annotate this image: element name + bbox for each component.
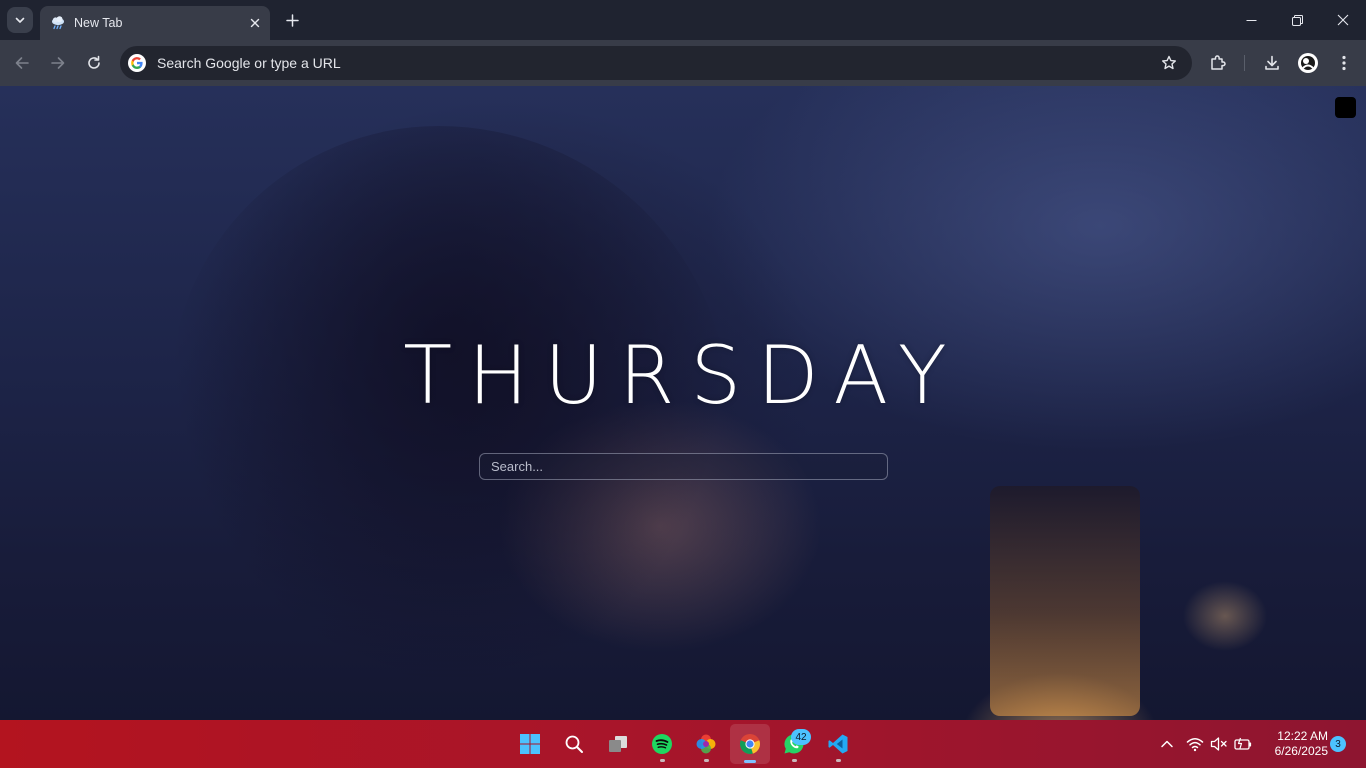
taskbar-app-vscode[interactable] <box>826 732 850 756</box>
chevron-down-icon <box>15 17 25 23</box>
corner-widget[interactable] <box>1335 97 1356 118</box>
clock-time: 12:22 AM <box>1277 729 1328 743</box>
running-indicator <box>836 759 841 762</box>
download-icon <box>1265 55 1279 70</box>
close-tab-icon[interactable] <box>246 14 264 32</box>
google-icon <box>128 54 146 72</box>
extensions-button[interactable] <box>1204 49 1232 77</box>
address-bar-placeholder: Search Google or type a URL <box>157 55 341 71</box>
reload-button[interactable] <box>80 49 108 77</box>
tab-new-tab[interactable]: New Tab <box>40 6 270 40</box>
spotify-icon <box>652 734 672 754</box>
back-button[interactable] <box>8 49 36 77</box>
toolbar-divider <box>1244 55 1245 71</box>
wifi-icon <box>1186 738 1204 752</box>
new-tab-button[interactable] <box>282 10 302 30</box>
tab-strip: New Tab <box>0 0 1366 40</box>
menu-icon <box>1342 55 1346 71</box>
taskbar-app-spotify[interactable] <box>650 732 674 756</box>
taskbar-app-chrome[interactable] <box>738 732 762 756</box>
tab-search-button[interactable] <box>7 7 33 33</box>
close-window-button[interactable] <box>1320 0 1366 40</box>
search-input[interactable] <box>479 453 888 480</box>
search-icon <box>565 735 583 753</box>
cloud-rain-icon <box>50 15 66 31</box>
speaker-muted-icon <box>1210 737 1227 751</box>
tab-title: New Tab <box>74 16 123 30</box>
taskbar-clock[interactable]: 12:22 AM 6/26/2025 <box>1262 729 1328 759</box>
clock-date: 6/26/2025 <box>1274 744 1328 758</box>
minimize-icon <box>1246 19 1256 21</box>
minimize-button[interactable] <box>1228 0 1274 40</box>
whatsapp-unread-badge: 42 <box>791 729 811 745</box>
active-app-indicator <box>744 760 756 763</box>
network-button[interactable] <box>1186 735 1204 753</box>
chrome-menu-button[interactable] <box>1330 49 1358 77</box>
battery-button[interactable] <box>1234 735 1252 753</box>
extensions-icon <box>1211 55 1226 70</box>
running-indicator <box>704 759 709 762</box>
back-icon <box>15 57 29 69</box>
restore-button[interactable] <box>1274 0 1320 40</box>
forward-button[interactable] <box>44 49 72 77</box>
chevron-up-icon <box>1161 740 1173 748</box>
start-button[interactable] <box>518 732 542 756</box>
day-title: THURSDAY <box>403 329 963 422</box>
task-view-button[interactable] <box>606 732 630 756</box>
bookmark-star-icon[interactable] <box>1156 50 1182 76</box>
volume-button[interactable] <box>1210 735 1228 753</box>
wallpaper-lantern <box>990 486 1140 716</box>
forward-icon <box>51 57 65 69</box>
windows-start-icon <box>520 734 540 754</box>
taskbar-search-button[interactable] <box>562 732 586 756</box>
show-hidden-icons-button[interactable] <box>1158 735 1176 753</box>
running-indicator <box>660 759 665 762</box>
profile-icon <box>1298 53 1318 73</box>
restore-icon <box>1291 14 1303 26</box>
downloads-button[interactable] <box>1258 49 1286 77</box>
battery-icon <box>1234 737 1252 750</box>
chrome-icon <box>739 734 761 755</box>
reload-icon <box>88 55 100 69</box>
browser-toolbar: Search Google or type a URL <box>0 40 1366 86</box>
profile-button[interactable] <box>1294 49 1322 77</box>
color-wheel-icon <box>696 734 716 754</box>
plus-icon <box>285 13 299 27</box>
task-view-icon <box>609 736 627 752</box>
taskbar-app-photos[interactable] <box>694 732 718 756</box>
running-indicator <box>792 759 797 762</box>
notification-count-badge[interactable]: 3 <box>1330 736 1346 752</box>
address-bar[interactable]: Search Google or type a URL <box>120 46 1192 80</box>
vscode-icon <box>828 734 848 754</box>
close-icon <box>1337 14 1349 26</box>
new-tab-page: THURSDAY <box>0 86 1366 720</box>
